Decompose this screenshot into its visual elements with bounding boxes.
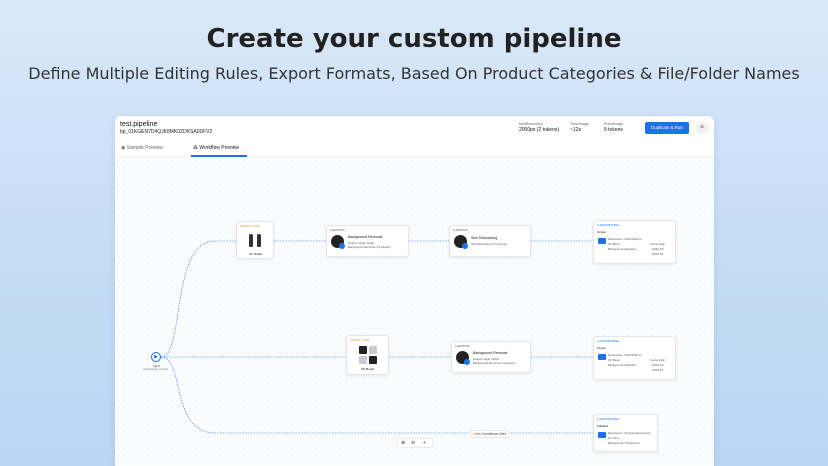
- shot-type-tag: ● SHOT TYPE: [240, 224, 260, 228]
- edit-thumbnail-icon: [454, 235, 468, 249]
- image-output-icon: [598, 354, 606, 360]
- export-line: 100% Fit: [652, 252, 664, 256]
- zoom-out-icon[interactable]: ⊖: [411, 440, 415, 446]
- export-line: 100% Fit: [652, 368, 664, 372]
- stat-value: 2000px (2 tokens): [519, 127, 560, 133]
- export-line: 100% Fill: [652, 363, 664, 367]
- stat-value: 5 tokens: [604, 127, 623, 133]
- edge-input-to-top: [160, 240, 236, 358]
- stat-max-resolution: MaxResolution 2000px (2 tokens): [519, 122, 559, 133]
- hero-title: Create your custom pipeline: [206, 24, 622, 54]
- shot-type-node-off-model[interactable]: ● SHOT TYPE Off Model: [346, 335, 389, 375]
- stat-label: Price/Image: [604, 122, 624, 126]
- export-line: Background: Transparent: [608, 441, 640, 445]
- hero-subtitle: Define Multiple Editing Rules, Export Fo…: [28, 64, 800, 83]
- shot-type-node-on-model[interactable]: ● SHOT TYPE On Model: [236, 221, 274, 259]
- edit-thumbnail-icon: [456, 351, 470, 365]
- export-node-fallback[interactable]: ● EXPORTABLE Fallback Dimensions: (Origi…: [593, 414, 658, 452]
- editing-title: Skin Retouching: [471, 236, 498, 240]
- editing-tag: ● EDITING: [453, 228, 468, 232]
- tab-workflow-preview[interactable]: ⁂ Workflow Preview: [193, 145, 239, 151]
- no-conditions-label: No Conditions Met: [476, 432, 506, 436]
- input-sublabel: Upload Image or Folder: [143, 368, 169, 371]
- editing-title: Background Removal: [473, 351, 508, 355]
- image-output-icon: [598, 432, 606, 438]
- editing-tag: ● EDITING: [455, 344, 470, 348]
- editing-line: Background Removal (1.0 tokens): [348, 245, 391, 249]
- stat-value: ~12s: [570, 127, 581, 133]
- zoom-controls: ⊕ ⊖ +: [396, 438, 433, 448]
- editing-line: Skin Retouching (0.5 tokens): [471, 242, 507, 246]
- close-button[interactable]: ×: [696, 122, 708, 134]
- export-line: Fit: None: [608, 436, 620, 440]
- stat-label: Time/Image: [570, 122, 589, 126]
- editing-line: Background Removal (1.0 tokens): [473, 361, 516, 365]
- pipeline-name: test.pipeline: [120, 121, 158, 128]
- zoom-in-icon[interactable]: ⊕: [401, 440, 405, 446]
- shot-type-name: Off Model: [361, 367, 374, 371]
- image-output-icon: [598, 238, 606, 244]
- editing-tag: ● EDITING: [330, 228, 345, 232]
- input-play-node[interactable]: ▶: [151, 352, 161, 362]
- stat-label: MaxResolution: [519, 122, 543, 126]
- export-tag: ● EXPORTABLE: [597, 339, 620, 343]
- export-line: Center align: [650, 242, 666, 246]
- no-conditions-badge: ● No Conditions Met: [469, 430, 510, 438]
- export-line: Background: Standard: [608, 363, 636, 367]
- export-node-output-mid[interactable]: ● EXPORTABLE Output Dimensions: 1000x100…: [593, 336, 676, 380]
- export-line: Dimensions: 1000x1000 px: [608, 237, 642, 241]
- editing-title: Background Removal: [348, 235, 383, 239]
- export-tag: ● EXPORTABLE: [597, 417, 620, 421]
- export-title: Fallback: [597, 424, 609, 428]
- export-tag: ● EXPORTABLE: [597, 223, 620, 227]
- export-line: Fit: Bleed: [608, 358, 620, 362]
- tab-label: Sample Preview: [126, 145, 163, 151]
- shirt-icon: [359, 356, 367, 364]
- stat-time-per-image: Time/Image ~12s: [570, 122, 589, 133]
- export-line: Background: Standard: [608, 247, 636, 251]
- tab-label: Workflow Preview: [199, 145, 240, 151]
- duplicate-run-button[interactable]: Duplicate & Run: [645, 122, 689, 134]
- workflow-canvas[interactable]: ▶ Input Upload Image or Folder ● SHOT TY…: [115, 158, 714, 466]
- export-line: Fit: Bleed: [608, 242, 620, 246]
- export-line: Dimensions: 1000x1000 px: [608, 353, 642, 357]
- shirt-icon: [369, 356, 377, 364]
- model-figure-icon: [257, 234, 261, 247]
- stat-price-per-image: Price/Image 5 tokens: [604, 122, 623, 133]
- editing-node-background-removal[interactable]: ● EDITING Background Removal Output Imag…: [326, 225, 409, 257]
- fit-view-icon[interactable]: +: [423, 440, 426, 446]
- edit-thumbnail-icon: [331, 235, 345, 249]
- shot-type-tag: ● SHOT TYPE: [350, 338, 370, 342]
- shirt-icon: [359, 346, 367, 354]
- pipeline-window: test.pipeline bp_01KGEN7D4QJK8MK0ZDKSA0D…: [115, 116, 714, 466]
- view-tabs: ◉ Sample Preview ⁂ Workflow Preview: [115, 143, 714, 157]
- shot-type-name: On Model: [249, 252, 263, 256]
- pipeline-header: test.pipeline bp_01KGEN7D4QJK8MK0ZDKSA0D…: [115, 116, 714, 141]
- export-line: Dimensions: (Original dimensions): [608, 431, 651, 435]
- export-node-output-top[interactable]: ● EXPORTABLE Output Dimensions: 1000x100…: [593, 220, 676, 264]
- export-line: 100% Fill: [652, 247, 664, 251]
- editing-node-background-removal-mid[interactable]: ● EDITING Background Removal Output Imag…: [451, 341, 531, 373]
- pipeline-id: bp_01KGEN7D4QJK8MK0ZDKSA0DFV2: [120, 129, 213, 135]
- shirt-icon: [369, 346, 377, 354]
- editing-node-skin-retouching[interactable]: ● EDITING Skin Retouching Skin Retouchin…: [449, 225, 531, 257]
- export-title: Output: [597, 346, 607, 350]
- tab-sample-preview[interactable]: ◉ Sample Preview: [121, 145, 163, 151]
- active-tab-indicator: [191, 155, 247, 157]
- export-line: Center align: [650, 358, 666, 362]
- model-figure-icon: [249, 234, 253, 247]
- export-title: Output: [597, 230, 607, 234]
